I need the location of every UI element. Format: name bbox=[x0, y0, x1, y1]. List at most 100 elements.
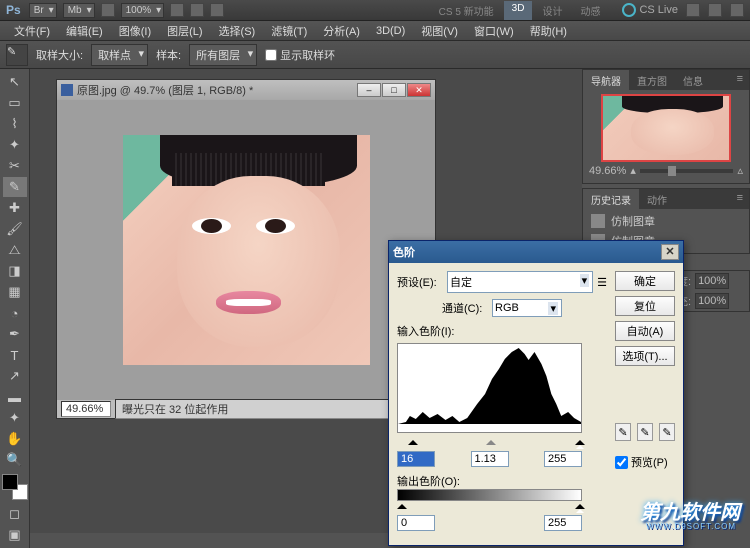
input-gamma-field[interactable]: 1.13 bbox=[471, 451, 509, 467]
layout-icon[interactable] bbox=[101, 3, 115, 17]
fill-field[interactable]: 100% bbox=[695, 293, 729, 309]
output-black-slider[interactable] bbox=[397, 499, 407, 509]
menu-select[interactable]: 选择(S) bbox=[213, 21, 262, 41]
zoom-out-icon[interactable]: ▴ bbox=[630, 164, 636, 177]
screenmode-tool[interactable]: ▣ bbox=[3, 525, 27, 545]
3d-tool[interactable]: ✦ bbox=[3, 408, 27, 428]
eyedropper-tool[interactable]: ✎ bbox=[3, 177, 27, 197]
dialog-close-button[interactable]: ✕ bbox=[661, 244, 679, 260]
lasso-tool[interactable]: ⌇ bbox=[3, 114, 27, 134]
tab-navigator[interactable]: 导航器 bbox=[583, 70, 629, 90]
input-levels-label: 输入色阶(I): bbox=[397, 323, 607, 339]
workspace-tab[interactable]: 动感 bbox=[572, 1, 608, 20]
tab-histogram[interactable]: 直方图 bbox=[629, 70, 675, 90]
zoom-field[interactable]: 49.66% bbox=[61, 401, 111, 417]
blur-tool[interactable]: ◔ bbox=[3, 303, 27, 323]
status-info[interactable]: 曝光只在 32 位起作用 bbox=[115, 399, 421, 419]
show-ring-checkbox[interactable]: 显示取样环 bbox=[265, 47, 335, 63]
input-slider[interactable] bbox=[397, 437, 582, 449]
sample-size-dropdown[interactable]: 取样点 bbox=[91, 44, 148, 66]
current-tool-icon[interactable]: ✎ bbox=[6, 44, 28, 66]
preset-label: 预设(E): bbox=[397, 274, 443, 290]
tab-info[interactable]: 信息 bbox=[675, 70, 711, 90]
heal-tool[interactable]: ✚ bbox=[3, 198, 27, 218]
cslive-button[interactable]: CS Live bbox=[622, 3, 678, 17]
brush-tool[interactable]: 🖌 bbox=[3, 219, 27, 239]
white-point-slider[interactable] bbox=[575, 435, 585, 445]
minibridge-button[interactable]: Mb bbox=[63, 3, 95, 18]
document-canvas[interactable] bbox=[57, 100, 435, 400]
window-icon[interactable] bbox=[708, 3, 722, 17]
output-white-field[interactable]: 255 bbox=[544, 515, 582, 531]
quickmask-tool[interactable]: ◻ bbox=[3, 504, 27, 524]
window-icon[interactable] bbox=[686, 3, 700, 17]
ok-button[interactable]: 确定 bbox=[615, 271, 675, 291]
close-button[interactable]: ✕ bbox=[407, 83, 431, 97]
nav-zoom-slider[interactable] bbox=[640, 169, 734, 173]
cancel-button[interactable]: 复位 bbox=[615, 296, 675, 316]
shape-tool[interactable]: ▬ bbox=[3, 387, 27, 407]
crop-tool[interactable]: ✂ bbox=[3, 156, 27, 176]
output-gradient bbox=[397, 489, 582, 501]
screen-mode-icon[interactable] bbox=[210, 3, 224, 17]
workspace-tab[interactable]: 设计 bbox=[534, 1, 570, 20]
options-button[interactable]: 选项(T)... bbox=[615, 346, 675, 366]
pen-tool[interactable]: ✒ bbox=[3, 324, 27, 344]
type-tool[interactable]: T bbox=[3, 345, 27, 365]
wand-tool[interactable]: ✦ bbox=[3, 135, 27, 155]
opacity-field[interactable]: 100% bbox=[695, 273, 729, 289]
sample-dropdown[interactable]: 所有图层 bbox=[189, 44, 257, 66]
maximize-button[interactable]: □ bbox=[382, 83, 406, 97]
input-white-field[interactable]: 255 bbox=[544, 451, 582, 467]
menu-window[interactable]: 窗口(W) bbox=[468, 21, 520, 41]
channel-dropdown[interactable]: RGB bbox=[492, 299, 562, 317]
menu-analysis[interactable]: 分析(A) bbox=[317, 21, 366, 41]
tab-history[interactable]: 历史记录 bbox=[583, 189, 639, 209]
preset-menu-icon[interactable]: ☰ bbox=[597, 276, 607, 289]
zoom-dropdown[interactable]: 100% bbox=[121, 3, 165, 18]
output-slider[interactable] bbox=[397, 501, 582, 513]
stamp-tool[interactable]: ⧍ bbox=[3, 240, 27, 260]
workspace-tab[interactable]: CS 5 新功能 bbox=[431, 1, 502, 20]
ps-logo: Ps bbox=[6, 3, 21, 17]
zoom-tool[interactable]: 🔍 bbox=[3, 450, 27, 470]
preview-checkbox[interactable]: 预览(P) bbox=[615, 454, 675, 470]
white-eyedropper-icon[interactable]: ✎ bbox=[659, 423, 675, 441]
panel-menu-icon[interactable]: ≡ bbox=[731, 70, 749, 90]
window-icon[interactable] bbox=[730, 3, 744, 17]
hand-tool[interactable]: ✋ bbox=[3, 429, 27, 449]
eraser-tool[interactable]: ◨ bbox=[3, 261, 27, 281]
output-white-slider[interactable] bbox=[575, 499, 585, 509]
menu-help[interactable]: 帮助(H) bbox=[524, 21, 573, 41]
color-swatch[interactable] bbox=[2, 474, 28, 500]
auto-button[interactable]: 自动(A) bbox=[615, 321, 675, 341]
menu-view[interactable]: 视图(V) bbox=[415, 21, 464, 41]
black-eyedropper-icon[interactable]: ✎ bbox=[615, 423, 631, 441]
menu-file[interactable]: 文件(F) bbox=[8, 21, 56, 41]
arrange-icon[interactable] bbox=[190, 3, 204, 17]
path-tool[interactable]: ↗ bbox=[3, 366, 27, 386]
panel-menu-icon[interactable]: ≡ bbox=[731, 189, 749, 209]
gray-eyedropper-icon[interactable]: ✎ bbox=[637, 423, 653, 441]
move-tool[interactable]: ↖ bbox=[3, 72, 27, 92]
output-black-field[interactable]: 0 bbox=[397, 515, 435, 531]
zoom-in-icon[interactable]: ▵ bbox=[737, 164, 743, 177]
black-point-slider[interactable] bbox=[408, 435, 418, 445]
menu-image[interactable]: 图像(I) bbox=[113, 21, 157, 41]
workspace-tab[interactable]: 3D bbox=[504, 1, 533, 20]
gradient-tool[interactable]: ▦ bbox=[3, 282, 27, 302]
menu-layer[interactable]: 图层(L) bbox=[161, 21, 208, 41]
input-black-field[interactable]: 16 bbox=[397, 451, 435, 467]
history-item[interactable]: 仿制图章 bbox=[585, 211, 747, 231]
hand-icon[interactable] bbox=[170, 3, 184, 17]
gamma-slider[interactable] bbox=[486, 435, 496, 445]
menu-3d[interactable]: 3D(D) bbox=[370, 23, 411, 39]
preset-dropdown[interactable]: 自定 bbox=[447, 271, 593, 293]
menu-filter[interactable]: 滤镜(T) bbox=[265, 21, 313, 41]
minimize-button[interactable]: – bbox=[357, 83, 381, 97]
tab-actions[interactable]: 动作 bbox=[639, 189, 675, 209]
menu-edit[interactable]: 编辑(E) bbox=[60, 21, 109, 41]
bridge-button[interactable]: Br bbox=[29, 3, 57, 18]
navigator-thumbnail[interactable] bbox=[601, 94, 731, 162]
marquee-tool[interactable]: ▭ bbox=[3, 93, 27, 113]
